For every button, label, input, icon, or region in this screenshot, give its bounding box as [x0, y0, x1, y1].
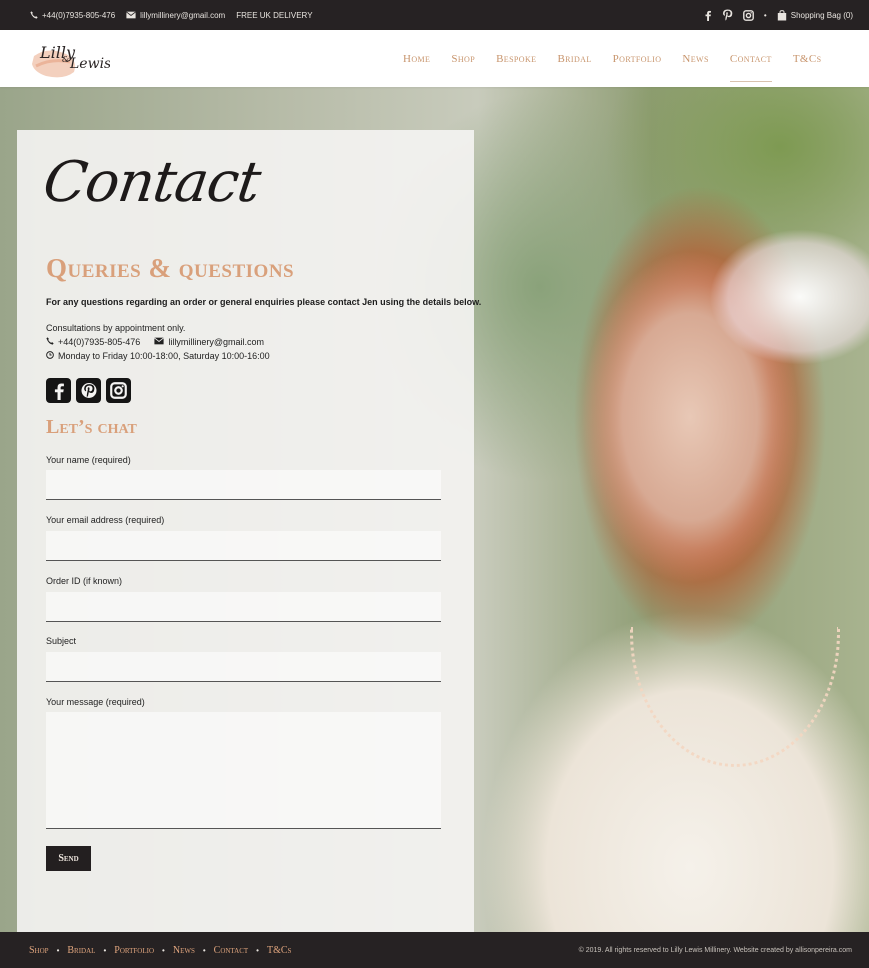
footer-nav-portfolio[interactable]: Portfolio	[114, 945, 154, 956]
nav-portfolio[interactable]: Portfolio	[613, 47, 662, 71]
footer-separator: •	[162, 945, 165, 955]
site-footer: Shop • Bridal • Portfolio • News • Conta…	[0, 932, 869, 968]
phone-icon	[30, 11, 38, 19]
logo[interactable]: Lilly Lewis &	[30, 36, 111, 82]
footer-separator: •	[56, 945, 60, 955]
nav-bespoke[interactable]: Bespoke	[496, 47, 536, 71]
subject-field[interactable]	[46, 652, 441, 682]
order-id-label: Order ID (if known)	[46, 576, 123, 586]
footer-nav: Shop • Bridal • Portfolio • News • Conta…	[29, 932, 291, 968]
shopping-bag-label: Shopping Bag (0)	[790, 10, 853, 20]
top-bar-contact: +44(0)7935-805-476 lillymillinery@gmail.…	[30, 0, 313, 30]
top-bar: +44(0)7935-805-476 lillymillinery@gmail.…	[0, 0, 869, 30]
queries-heading: Queries & questions	[46, 253, 295, 283]
facebook-icon[interactable]	[704, 10, 712, 21]
pearl-necklace-decoration	[630, 627, 840, 767]
top-bar-actions: • Shopping Bag (0)	[704, 0, 853, 30]
opening-hours: Monday to Friday 10:00-18:00, Saturday 1…	[58, 351, 270, 361]
top-email[interactable]: lillymillinery@gmail.com	[126, 11, 225, 20]
envelope-icon	[154, 337, 165, 347]
clock-icon	[46, 351, 54, 361]
chat-heading: Let’s chat	[46, 416, 137, 438]
social-links	[46, 378, 131, 403]
nav-news[interactable]: News	[682, 47, 708, 71]
footer-nav-shop[interactable]: Shop	[29, 945, 49, 956]
phone-icon	[46, 337, 54, 347]
intro-text: For any questions regarding an order or …	[46, 297, 482, 307]
order-id-field[interactable]	[46, 592, 441, 622]
nav-shop[interactable]: Shop	[451, 47, 475, 71]
top-separator: •	[763, 10, 767, 20]
instagram-icon[interactable]	[106, 378, 131, 403]
pinterest-icon[interactable]	[76, 378, 101, 403]
contact-line: +44(0)7935-805-476 lillymillinery@gmail.…	[46, 337, 264, 347]
email-label: Your email address (required)	[46, 515, 165, 525]
top-phone[interactable]: +44(0)7935-805-476	[30, 11, 115, 20]
contact-phone[interactable]: +44(0)7935-805-476	[58, 337, 140, 347]
footer-nav-tcs[interactable]: T&Cs	[267, 945, 291, 956]
hours-line: Monday to Friday 10:00-18:00, Saturday 1…	[46, 351, 270, 361]
page-title: Contact	[39, 150, 264, 215]
message-field[interactable]	[46, 712, 441, 829]
email-field[interactable]	[46, 531, 441, 561]
message-label: Your message (required)	[46, 697, 145, 707]
top-phone-text: +44(0)7935-805-476	[42, 10, 116, 20]
footer-separator: •	[103, 945, 107, 955]
nav-bridal[interactable]: Bridal	[557, 47, 591, 71]
shopping-bag-link[interactable]: Shopping Bag (0)	[777, 9, 853, 21]
main-nav: Home Shop Bespoke Bridal Portfolio News …	[403, 30, 821, 87]
footer-separator: •	[256, 945, 259, 955]
nav-contact[interactable]: Contact	[729, 47, 772, 82]
svg-text:Lewis: Lewis	[69, 56, 110, 72]
facebook-icon[interactable]	[46, 378, 71, 403]
footer-nav-bridal[interactable]: Bridal	[67, 945, 95, 956]
copyright-text: © 2019. All rights reserved to Lilly Lew…	[578, 946, 852, 954]
nav-home[interactable]: Home	[403, 47, 430, 71]
consultation-text: Consultations by appointment only.	[46, 323, 186, 333]
name-label: Your name (required)	[46, 455, 131, 465]
top-email-text: lillymillinery@gmail.com	[140, 10, 226, 20]
pinterest-icon[interactable]	[722, 9, 733, 21]
free-delivery-text: FREE UK DELIVERY	[236, 10, 313, 20]
shopping-bag-icon	[777, 9, 787, 21]
svg-text:&: &	[62, 55, 69, 64]
nav-tcs[interactable]: T&Cs	[793, 47, 822, 71]
send-button[interactable]: Send	[46, 846, 91, 871]
footer-nav-contact[interactable]: Contact	[214, 945, 249, 956]
contact-email[interactable]: lillymillinery@gmail.com	[168, 337, 264, 347]
site-header: Lilly Lewis & Home Shop Bespoke Bridal P…	[0, 30, 869, 87]
subject-label: Subject	[46, 636, 77, 646]
name-field[interactable]	[46, 470, 441, 500]
instagram-icon[interactable]	[743, 9, 754, 21]
footer-separator: •	[202, 945, 206, 955]
envelope-icon	[126, 11, 137, 19]
footer-nav-news[interactable]: News	[173, 945, 195, 956]
